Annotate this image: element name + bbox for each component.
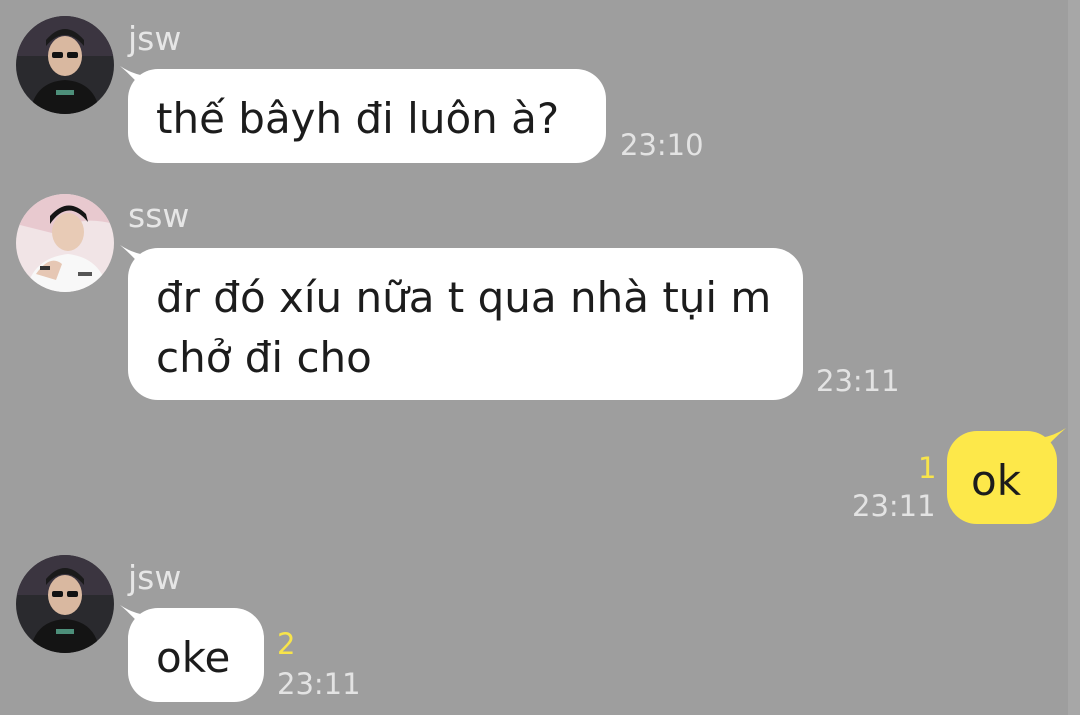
message-timestamp: 23:10: [620, 128, 704, 162]
message-timestamp: 23:11: [277, 667, 361, 701]
sender-name: jsw: [128, 19, 182, 58]
message-bubble[interactable]: thế bâyh đi luôn à?: [128, 69, 606, 163]
sender-avatar-ssw[interactable]: [16, 194, 114, 292]
sender-avatar-jsw[interactable]: [16, 555, 114, 653]
sender-name: ssw: [128, 196, 190, 235]
message-timestamp: 23:11: [816, 364, 900, 398]
scrollbar[interactable]: [1068, 0, 1080, 715]
unread-count: 1: [918, 451, 937, 485]
unread-count: 2: [277, 627, 296, 661]
message-bubble[interactable]: đr đó xíu nữa t qua nhà tụi m chở đi cho: [128, 248, 803, 400]
bubble-tail: [1040, 428, 1066, 454]
chat-window[interactable]: jsw thế bâyh đi luôn à? 23:10 ssw đr đó …: [0, 0, 1068, 715]
person-black-hoodie-avatar-icon: [16, 16, 114, 114]
message-timestamp: 23:11: [852, 489, 936, 523]
person-white-jersey-avatar-icon: [16, 194, 114, 292]
person-black-hoodie-avatar-icon: [16, 555, 114, 653]
sender-name: jsw: [128, 558, 182, 597]
message-bubble[interactable]: oke: [128, 608, 264, 702]
sender-avatar-jsw[interactable]: [16, 16, 114, 114]
